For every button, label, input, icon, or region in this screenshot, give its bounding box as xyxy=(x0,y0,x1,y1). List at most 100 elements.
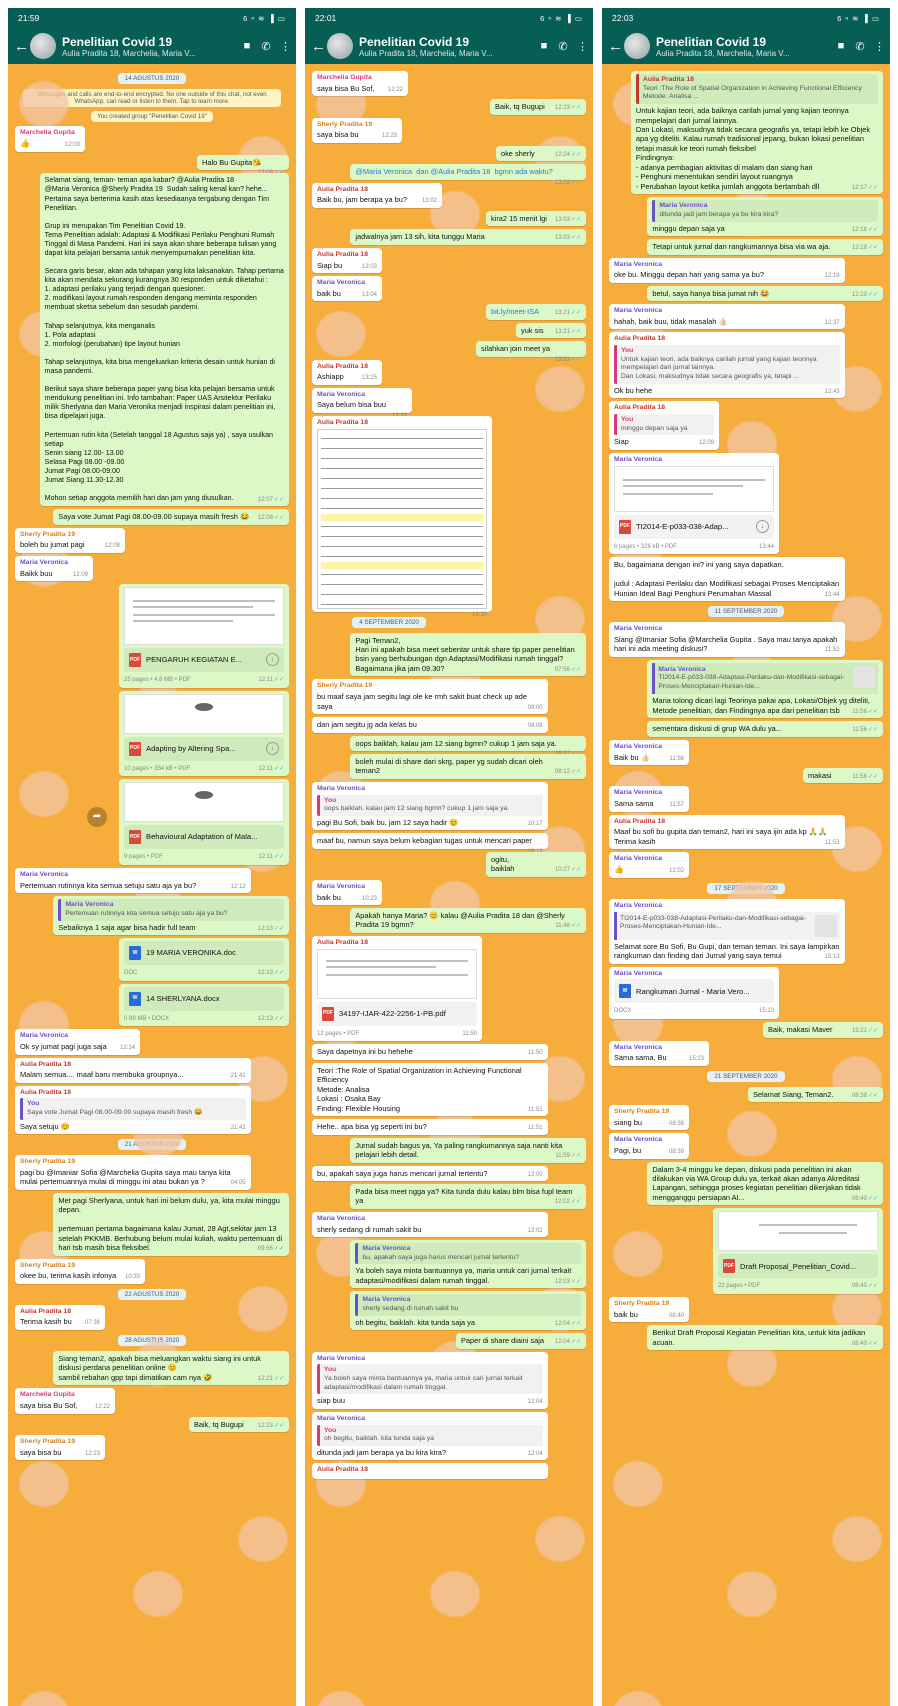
message-bubble[interactable]: Sherly Pradita 19 siang bu 08:38 xyxy=(609,1105,689,1131)
message-bubble[interactable]: Marchelia Gupita saya bisa Bu Sof, 12:22 xyxy=(312,71,408,97)
message-bubble[interactable]: makasi 11:56✓✓ xyxy=(803,767,883,784)
message-bubble[interactable]: Maria Veronica You oops baiklah. kalau ja… xyxy=(312,781,548,831)
message-bubble[interactable]: @Maria Veronica dan @Aulia Pradita 18 bg… xyxy=(350,164,586,186)
message-bubble[interactable]: Baik, tq Bugupi 12:23✓✓ xyxy=(189,1416,289,1432)
message-bubble[interactable]: Teori :The Role of Spatial Organization … xyxy=(312,1062,548,1117)
message-bubble[interactable]: Selamat siang, teman- teman apa kabar? @… xyxy=(39,173,289,507)
video-call-icon[interactable]: ■ xyxy=(836,40,846,52)
table-screenshot-image[interactable] xyxy=(317,428,487,609)
message-bubble[interactable]: Maria Veronica Saya belum bisa buu 13:33 xyxy=(312,387,412,419)
encryption-notice[interactable]: Messages and calls are end-to-end encryp… xyxy=(23,89,281,107)
quoted-message[interactable]: Maria Veronica sherly sedang di rumah sak… xyxy=(355,1294,581,1316)
message-bubble[interactable]: Maria Veronica Sama sama, Bu 15:23 xyxy=(609,1040,709,1066)
message-bubble[interactable]: Jurnal sudah bagus ya, Ya paling rangkum… xyxy=(350,1137,586,1163)
message-bubble[interactable]: bit.ly/meet-ISA 13:21✓✓ xyxy=(486,304,586,320)
voice-call-icon[interactable]: ✆ xyxy=(855,40,865,53)
message-bubble[interactable]: Sherly Pradita 19 bu maaf saya jam segit… xyxy=(312,679,548,715)
message-bubble[interactable]: Baik, makasi Maver 15:21✓✓ xyxy=(763,1022,883,1038)
message-bubble[interactable]: Sherly Pradita 19 boleh bu jumat pagi 12… xyxy=(15,527,125,553)
message-bubble[interactable]: Aulia Pradita 18 You Saya vote Jumat Pagi… xyxy=(15,1085,251,1135)
group-avatar[interactable] xyxy=(624,33,650,59)
chat-area[interactable]: 14 AGUSTUS 2020 Messages and calls are e… xyxy=(8,64,296,1706)
meet-link[interactable]: bit.ly/meet-ISA xyxy=(491,307,539,316)
message-bubble[interactable]: Aulia Pradita 18 Maaf bu sofi bu gupita … xyxy=(609,814,845,850)
more-options-icon[interactable]: ⋮ xyxy=(874,40,885,53)
message-bubble[interactable]: dan jam segitu jg ada kelas bu 08:08 xyxy=(312,717,548,733)
message-bubble[interactable]: silahkan join meet ya 13:21✓✓ xyxy=(476,341,586,363)
message-bubble[interactable]: Saya vote Jumat Pagi 08.00-09.00 supaya … xyxy=(53,509,289,525)
message-bubble[interactable]: Sherly Pradita 19 saya bisa bu 12:23 xyxy=(312,117,402,143)
message-bubble[interactable]: jadwalnya jam 13 sih, kita tunggu Maria … xyxy=(350,229,586,245)
link-preview[interactable]: TI2014-E-p033-038-Adaptasi-Perilaku-dan-… xyxy=(614,911,840,940)
quoted-message[interactable]: You minggu depan saja ya xyxy=(614,413,714,436)
back-arrow-icon[interactable]: ← xyxy=(608,38,623,55)
message-bubble[interactable]: oke sherly 12:24✓✓ xyxy=(496,145,586,162)
quoted-message[interactable]: You Saya vote Jumat Pagi 08.00-09.00 supa… xyxy=(20,1098,246,1120)
message-bubble[interactable]: ogitu, baiklah 10:27✓✓ xyxy=(486,851,586,877)
message-bubble[interactable]: yuk sis 13:21✓✓ xyxy=(516,322,586,339)
message-bubble[interactable]: Maria Veronica You oh begitu, baiklah. ki… xyxy=(312,1411,548,1461)
forward-icon[interactable]: ➦ xyxy=(87,807,107,828)
group-avatar[interactable] xyxy=(327,33,353,59)
message-bubble[interactable]: Maria Veronica sherly sedang di rumah sak… xyxy=(350,1291,586,1331)
message-bubble[interactable]: Berikut Draft Proposal Kegiatan Peneliti… xyxy=(647,1325,883,1351)
back-arrow-icon[interactable]: ← xyxy=(14,38,29,55)
message-bubble[interactable]: Aulia Pradita 18 Ashiapp 13:25 xyxy=(312,359,382,385)
message-bubble[interactable]: Marchelia Gupita saya bisa Bu Sof, 12:22 xyxy=(15,1388,115,1414)
message-bubble[interactable]: sementara diskusi di grup WA dulu ya... … xyxy=(647,721,883,737)
more-options-icon[interactable]: ⋮ xyxy=(577,40,588,53)
message-bubble[interactable]: Maria Veronica Siang @Imaniar Sofia @Mar… xyxy=(609,622,845,657)
message-bubble[interactable]: Saya dapetnya ini bu hehehe 11:50 xyxy=(312,1044,548,1060)
message-bubble[interactable]: Aulia Pradita 18 Baik bu, jam berapa ya … xyxy=(312,182,442,208)
message-bubble[interactable]: Maria Veronica hahah, baik buu, tidak ma… xyxy=(609,304,845,330)
message-bubble[interactable]: Siang teman2, apakah bisa meluangkan wak… xyxy=(53,1350,289,1386)
message-bubble[interactable]: Maria Veronica oke bu. Minggu depan hari… xyxy=(609,257,845,283)
download-icon[interactable]: ↓ xyxy=(266,742,279,756)
message-bubble[interactable]: kira2 15 menit lgi 13:03✓✓ xyxy=(486,210,586,227)
message-bubble[interactable]: Maria Veronica TI2014-E-p033-038-Adaptas… xyxy=(609,899,845,964)
message-bubble[interactable]: Sherly Pradita 19 saya bisa bu 12:23 xyxy=(15,1434,105,1461)
message-bubble[interactable]: Sherly Pradita 19 pagi bu @Imaniar Sofia… xyxy=(15,1155,251,1190)
message-bubble[interactable]: boleh mulai di share dari skrg, paper yg… xyxy=(350,753,586,779)
quoted-message[interactable]: You oh begitu, baiklah. kita tunda saja y… xyxy=(317,1424,543,1446)
group-avatar[interactable] xyxy=(30,33,56,59)
message-bubble[interactable]: Sherly Pradita 19 baik bu 08:40 xyxy=(609,1297,689,1323)
chat-area[interactable]: Marchelia Gupita saya bisa Bu Sof, 12:22… xyxy=(305,64,593,1706)
message-bubble[interactable]: Bu, bagaimana dengan ini? ini yang saya … xyxy=(609,557,845,602)
back-arrow-icon[interactable]: ← xyxy=(311,38,326,55)
message-bubble[interactable]: Maria Veronica You Ya boleh saya minta ba… xyxy=(312,1351,548,1409)
message-bubble[interactable]: Maria Veronica Sama sama 11:57 xyxy=(609,786,689,812)
message-bubble[interactable]: Met pagi Sherlyana, untuk hari ini belum… xyxy=(53,1192,289,1256)
message-bubble[interactable]: Aulia Pradita 18 Malam semua.... maaf ba… xyxy=(15,1057,251,1083)
message-bubble[interactable]: Selamat Siang, Teman2. 08:38✓✓ xyxy=(748,1086,883,1103)
message-bubble[interactable]: betul, saya hanya bisa jumat nih 😂 12:20… xyxy=(647,285,883,302)
quoted-document[interactable]: Maria Veronica TI2014-E-p033-038-Adaptasi… xyxy=(652,662,878,695)
message-bubble[interactable]: Pagi Teman2, Hari ini apakah bisa meet s… xyxy=(350,632,586,677)
quoted-message[interactable]: You Ya boleh saya minta bantuannya ya, ma… xyxy=(317,1364,543,1395)
message-bubble[interactable]: Aulia Pradita 18 You Untuk kajian teori, … xyxy=(609,332,845,399)
quoted-message[interactable]: Maria Veronica bu, apakah saya juga harus… xyxy=(355,1243,581,1265)
message-bubble[interactable]: Aulia Pradita 18 You minggu depan saja ya… xyxy=(609,401,719,450)
download-icon[interactable]: ↓ xyxy=(266,653,279,667)
message-bubble[interactable]: Aulia Pradita 18 Siap bu 13:03 xyxy=(312,247,382,273)
message-bubble[interactable]: Tetapi untuk jurnal dan rangkumannya bis… xyxy=(647,239,883,255)
message-bubble[interactable]: Dalam 3-4 minggu ke depan, diskusi pada … xyxy=(647,1161,883,1206)
document-message[interactable]: Maria Veronica W Rangkuman Jurnal - Maria… xyxy=(609,966,779,1020)
voice-call-icon[interactable]: ✆ xyxy=(558,40,568,53)
group-header[interactable]: Penelitian Covid 19 Aulia Pradita 18, Ma… xyxy=(62,35,233,58)
quoted-message[interactable]: Aulia Pradita 18 Teori :The Role of Spati… xyxy=(635,74,878,105)
message-bubble[interactable]: Apakah hanya Maria? 😊 kalau @Aulia Pradi… xyxy=(350,908,586,933)
more-options-icon[interactable]: ⋮ xyxy=(280,40,291,53)
document-message[interactable]: W 19 MARIA VERONIKA.doc DOC 12:13✓✓ xyxy=(119,938,289,981)
document-message[interactable]: Maria Veronica PDF TI2014-E-p033-038-Adap… xyxy=(609,452,779,555)
message-bubble[interactable]: Pada bisa meet ngga ya? Kita tunda dulu … xyxy=(350,1183,586,1209)
group-header[interactable]: Penelitian Covid 19 Aulia Pradita 18, Ma… xyxy=(656,35,827,58)
message-bubble[interactable]: Aulia Pradita 18 Terima kasih bu 07:36 xyxy=(15,1304,105,1330)
message-bubble[interactable]: Maria Veronica Pagi, bu 08:39 xyxy=(609,1133,689,1159)
quoted-message[interactable]: You oops baiklah. kalau jam 12 siang bgmn… xyxy=(317,794,543,816)
message-bubble[interactable]: Maria Veronica Pertemuan rutinnya kita s… xyxy=(15,868,251,894)
quoted-message[interactable]: Maria Veronica Pertemuan rutinnya kita se… xyxy=(58,899,284,921)
video-call-icon[interactable]: ■ xyxy=(539,40,549,52)
message-bubble[interactable]: Aulia Pradita 18 xyxy=(312,1463,548,1480)
document-message[interactable]: W 14 SHERLYANA.docx 0.99 MB • DOCX 12:13✓… xyxy=(119,983,289,1027)
